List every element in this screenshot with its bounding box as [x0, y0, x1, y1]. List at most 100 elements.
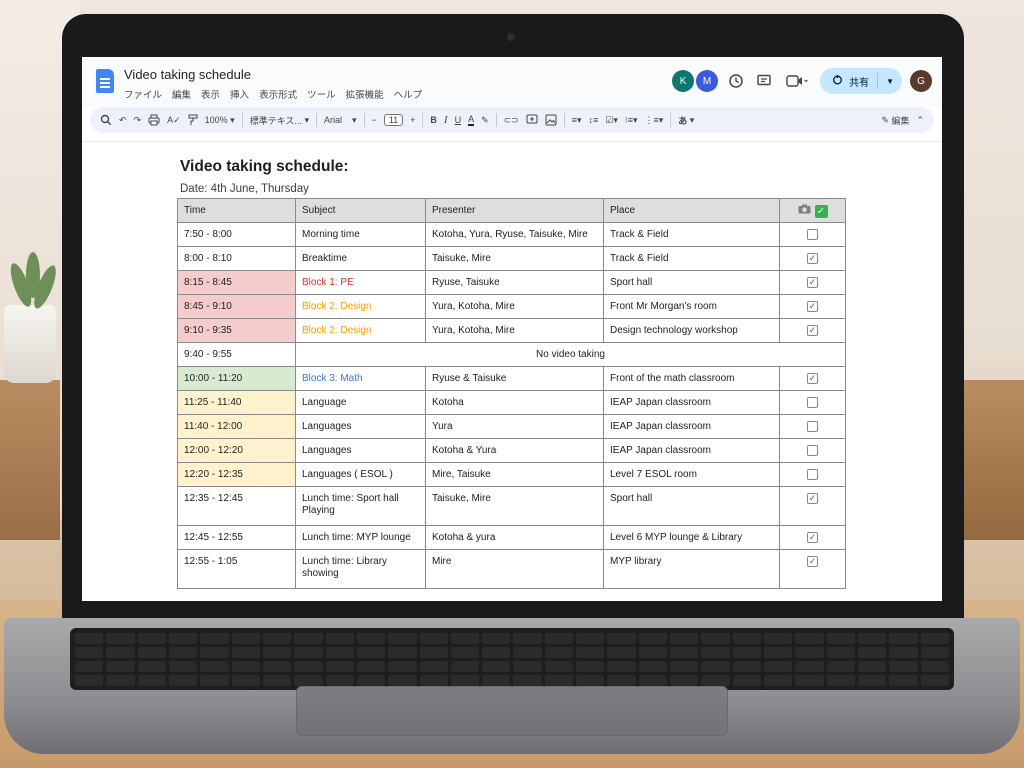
document-page[interactable]: Video taking schedule: Date: 4th June, T…: [82, 141, 942, 601]
font-family-select[interactable]: Arial ▾: [324, 115, 357, 126]
cell-subject[interactable]: Lunch time: MYP lounge: [295, 525, 426, 550]
cell-place[interactable]: Level 7 ESOL room: [603, 462, 780, 487]
bulleted-list-icon[interactable]: ⁝≡▾: [625, 115, 638, 126]
menu-item[interactable]: 表示: [201, 87, 220, 101]
insert-link-icon[interactable]: ⊂⊃: [504, 115, 519, 126]
cell-presenter[interactable]: Kotoha & Yura: [425, 438, 604, 463]
comment-icon[interactable]: [754, 71, 774, 91]
zoom-select[interactable]: 100% ▾: [205, 115, 235, 126]
cell-time[interactable]: 12:35 - 12:45: [177, 486, 296, 526]
checked-checkbox[interactable]: ✓: [807, 253, 818, 264]
cell-time[interactable]: 12:20 - 12:35: [177, 462, 296, 487]
cell-presenter[interactable]: Kotoha & yura: [425, 525, 604, 550]
cell-checkbox[interactable]: [779, 438, 846, 463]
checklist-icon[interactable]: ☑▾: [605, 115, 618, 126]
cell-checkbox[interactable]: ✓: [779, 486, 846, 526]
cell-merged-note[interactable]: No video taking: [295, 342, 846, 367]
search-menus-icon[interactable]: [100, 114, 112, 126]
cell-checkbox[interactable]: [779, 414, 846, 439]
paragraph-style-select[interactable]: 標準テキス... ▾: [250, 114, 309, 127]
unchecked-checkbox[interactable]: [807, 229, 818, 240]
chevron-down-icon[interactable]: ▼: [886, 77, 894, 86]
cell-place[interactable]: Track & Field: [603, 246, 780, 271]
redo-icon[interactable]: ↷: [134, 115, 142, 126]
cell-subject[interactable]: Block 3: Math: [295, 366, 426, 391]
cell-time[interactable]: 9:40 - 9:55: [177, 342, 296, 367]
input-tools-select[interactable]: あ ▾: [678, 114, 694, 127]
unchecked-checkbox[interactable]: [807, 469, 818, 480]
cell-checkbox[interactable]: ✓: [779, 318, 846, 343]
cell-presenter[interactable]: Kotoha, Yura, Ryuse, Taisuke, Mire: [425, 222, 604, 247]
line-spacing-icon[interactable]: ↕≡: [589, 115, 599, 125]
cell-place[interactable]: MYP library: [603, 549, 780, 589]
cell-time[interactable]: 11:25 - 11:40: [177, 390, 296, 415]
cell-subject[interactable]: Language: [295, 390, 426, 415]
cell-place[interactable]: IEAP Japan classroom: [603, 438, 780, 463]
cell-time[interactable]: 11:40 - 12:00: [177, 414, 296, 439]
cell-presenter[interactable]: Kotoha: [425, 390, 604, 415]
cell-checkbox[interactable]: ✓: [779, 270, 846, 295]
increase-font-size-icon[interactable]: +: [410, 115, 415, 125]
unchecked-checkbox[interactable]: [807, 397, 818, 408]
cell-presenter[interactable]: Ryuse, Taisuke: [425, 270, 604, 295]
cell-subject[interactable]: Languages: [295, 414, 426, 439]
paint-format-icon[interactable]: [188, 114, 198, 126]
align-icon[interactable]: ≡▾: [572, 115, 582, 126]
print-icon[interactable]: [148, 114, 160, 126]
checked-checkbox[interactable]: ✓: [807, 325, 818, 336]
menu-item[interactable]: 表示形式: [259, 87, 297, 101]
editing-mode-select[interactable]: ✎ 編集: [881, 114, 909, 127]
add-comment-icon[interactable]: [526, 114, 538, 126]
checked-checkbox[interactable]: ✓: [807, 556, 818, 567]
unchecked-checkbox[interactable]: [807, 421, 818, 432]
cell-checkbox[interactable]: ✓: [779, 366, 846, 391]
cell-time[interactable]: 8:15 - 8:45: [177, 270, 296, 295]
cell-place[interactable]: Design technology workshop: [603, 318, 780, 343]
cell-presenter[interactable]: Yura: [425, 414, 604, 439]
cell-subject[interactable]: Morning time: [295, 222, 426, 247]
google-docs-logo-icon[interactable]: [96, 69, 114, 93]
highlight-icon[interactable]: ✎: [481, 115, 489, 126]
cell-subject[interactable]: Lunch time: Library showing: [295, 549, 426, 589]
checked-checkbox[interactable]: ✓: [807, 373, 818, 384]
cell-checkbox[interactable]: ✓: [779, 246, 846, 271]
cell-time[interactable]: 8:00 - 8:10: [177, 246, 296, 271]
checked-checkbox[interactable]: ✓: [807, 532, 818, 543]
menu-item[interactable]: 編集: [172, 87, 191, 101]
collaborator-avatar[interactable]: K: [672, 70, 695, 92]
cell-presenter[interactable]: Yura, Kotoha, Mire: [425, 318, 604, 343]
menu-item[interactable]: 挿入: [230, 87, 249, 101]
text-color-icon[interactable]: A: [468, 114, 475, 126]
numbered-list-icon[interactable]: ⋮≡▾: [645, 115, 664, 126]
cell-time[interactable]: 12:55 - 1:05: [177, 549, 296, 589]
cell-place[interactable]: Sport hall: [603, 270, 780, 295]
underline-icon[interactable]: U: [455, 115, 462, 125]
cell-subject[interactable]: Languages ( ESOL ): [295, 462, 426, 487]
insert-image-icon[interactable]: [545, 114, 557, 126]
menu-item[interactable]: ツール: [307, 87, 336, 101]
cell-place[interactable]: IEAP Japan classroom: [603, 390, 780, 415]
menu-item[interactable]: 拡張機能: [346, 87, 384, 101]
cell-checkbox[interactable]: ✓: [779, 549, 846, 589]
cell-checkbox[interactable]: ✓: [779, 525, 846, 550]
cell-checkbox[interactable]: [779, 390, 846, 415]
cell-presenter[interactable]: Taisuke, Mire: [425, 246, 604, 271]
cell-time[interactable]: 8:45 - 9:10: [177, 294, 296, 319]
collapse-toolbar-icon[interactable]: ⌃: [916, 115, 924, 126]
menu-item[interactable]: ヘルプ: [394, 87, 423, 101]
trackpad[interactable]: [296, 686, 728, 736]
cell-subject[interactable]: Block 1: PE: [295, 270, 426, 295]
cell-place[interactable]: Front of the math classroom: [603, 366, 780, 391]
document-title[interactable]: Video taking schedule: [124, 67, 251, 82]
unchecked-checkbox[interactable]: [807, 445, 818, 456]
cell-presenter[interactable]: Yura, Kotoha, Mire: [425, 294, 604, 319]
checked-checkbox[interactable]: ✓: [807, 493, 818, 504]
font-size-input[interactable]: 11: [383, 114, 404, 126]
cell-time[interactable]: 12:00 - 12:20: [177, 438, 296, 463]
checked-checkbox[interactable]: ✓: [807, 301, 818, 312]
cell-presenter[interactable]: Mire, Taisuke: [425, 462, 604, 487]
italic-icon[interactable]: I: [444, 114, 448, 126]
cell-checkbox[interactable]: ✓: [779, 294, 846, 319]
user-avatar[interactable]: G: [910, 70, 932, 92]
checked-checkbox[interactable]: ✓: [807, 277, 818, 288]
